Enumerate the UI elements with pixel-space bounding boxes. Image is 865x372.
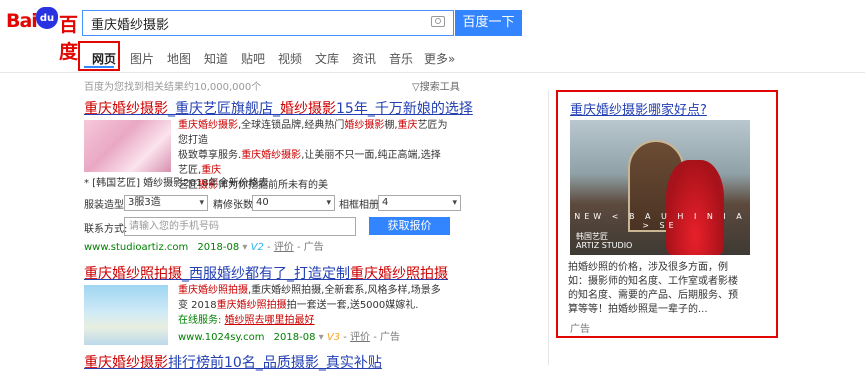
- desc-keyword: 重庆: [201, 165, 222, 176]
- sidebar-description: 拍婚纱照的价格，涉及很多方面，例如：摄影师的知名度、工作室或者影楼的知名度、需要…: [568, 262, 738, 315]
- logo-bai: Bai: [6, 10, 38, 32]
- service-label: 在线服务:: [178, 315, 222, 326]
- logo-du: 百度: [59, 14, 79, 63]
- field-2-label: 精修张数:: [213, 200, 257, 211]
- tab-news[interactable]: 资讯: [352, 50, 376, 67]
- search-tools-label: 搜索工具: [419, 82, 460, 93]
- sidebar-ad-label: 广告: [570, 324, 590, 335]
- result-1-meta: www.studioartiz.com 2018-08 ▾ V2 - 评价 - …: [84, 238, 324, 253]
- get-price-button[interactable]: 获取报价: [369, 217, 450, 235]
- result-url[interactable]: www.1024sy.com: [178, 332, 264, 343]
- tab-music[interactable]: 音乐: [389, 50, 413, 67]
- result-2-description: 重庆婚纱照拍摄,重庆婚纱照拍摄,全新套系,风格多样,场景多 变 2018重庆婚纱…: [178, 283, 453, 328]
- rate-link[interactable]: 评价: [350, 332, 370, 343]
- result-2-thumbnail[interactable]: [84, 285, 168, 345]
- result-date: 2018-08: [273, 332, 316, 343]
- ad-label: 广告: [303, 242, 324, 253]
- dash: -: [267, 242, 271, 253]
- tab-video[interactable]: 视频: [278, 50, 302, 67]
- image-brand: 韩国艺匠 ARTIZ STUDIO: [576, 232, 633, 250]
- field-3-label: 相框相册:: [339, 200, 383, 211]
- bride-graphic: [666, 160, 724, 255]
- desc-text: 变 2018: [178, 300, 217, 311]
- sidebar-divider: [548, 90, 549, 365]
- v-badge-icon[interactable]: V3: [327, 332, 340, 343]
- desc-text: ,全球连锁品牌,经典热门: [238, 120, 345, 131]
- title-keyword: 重庆婚纱摄影: [84, 101, 168, 117]
- v-badge-icon[interactable]: V2: [251, 242, 264, 253]
- phone-label: 联系方式:: [84, 224, 128, 235]
- title-keyword: 重庆婚纱照拍摄: [350, 266, 448, 282]
- title-text: _重庆艺匠旗舰店_: [168, 101, 280, 117]
- tab-maps[interactable]: 地图: [167, 50, 191, 67]
- result-1-title[interactable]: 重庆婚纱摄影_重庆艺匠旗舰店_婚纱摄影15年_千万新娘的选择: [84, 98, 473, 118]
- retouch-select[interactable]: 40: [252, 195, 335, 211]
- search-tools-button[interactable]: ▽搜索工具: [412, 78, 460, 93]
- tab-more[interactable]: 更多»: [424, 50, 455, 67]
- search-button[interactable]: 百度一下: [455, 10, 522, 36]
- desc-text: 极致尊享服务.: [178, 150, 242, 161]
- result-2-meta: www.1024sy.com 2018-08 ▾ V3 - 评价 - 广告: [178, 328, 400, 343]
- result-count: 百度为您找到相关结果约10,000,000个: [84, 82, 262, 93]
- tab-tieba[interactable]: 贴吧: [241, 50, 265, 67]
- rate-link[interactable]: 评价: [274, 242, 294, 253]
- desc-keyword: 重庆婚纱照拍摄: [216, 300, 287, 311]
- nav-divider: [0, 72, 865, 73]
- sidebar-title[interactable]: 重庆婚纱摄影哪家好点?: [570, 99, 707, 118]
- ad-label: 广告: [380, 332, 401, 343]
- tab-wenku[interactable]: 文库: [315, 50, 339, 67]
- active-tab-underline: [84, 66, 114, 68]
- phone-input[interactable]: 请输入您的手机号码: [124, 217, 356, 236]
- service-link[interactable]: 婚纱照去哪里拍最好: [225, 315, 315, 326]
- search-box: [82, 10, 454, 36]
- title-text: _西服婚纱都有了_打造定制: [182, 266, 350, 282]
- paw-icon: du: [36, 7, 58, 29]
- camera-icon[interactable]: [431, 16, 445, 27]
- tab-zhidao[interactable]: 知道: [204, 50, 228, 67]
- baidu-logo[interactable]: Bai du 百度: [6, 6, 78, 63]
- result-1-thumbnail[interactable]: [84, 120, 171, 172]
- image-caption: NEW < B A U H I N I A > SE: [574, 212, 746, 230]
- field-1-label: 服装造型:: [84, 200, 128, 211]
- desc-keyword: 重庆: [397, 120, 418, 131]
- nav-tabs: 网页 图片 地图 知道 贴吧 视频 文库 资讯 音乐 更多»: [80, 44, 865, 74]
- result-url[interactable]: www.studioartiz.com: [84, 242, 188, 253]
- desc-keyword: 重庆婚纱照拍摄: [178, 285, 248, 296]
- desc-text: 拍一套送一套,送5000媒嫁礼.: [286, 300, 419, 311]
- tab-images[interactable]: 图片: [130, 50, 154, 67]
- search-input[interactable]: [83, 11, 429, 35]
- funnel-icon: ▽: [412, 82, 420, 93]
- frame-album-select[interactable]: 4: [378, 195, 461, 211]
- dash: -: [297, 242, 301, 253]
- desc-keyword: 婚纱摄影: [344, 120, 385, 131]
- result-2-title[interactable]: 重庆婚纱照拍摄_西服婚纱都有了_打造定制重庆婚纱照拍摄: [84, 263, 448, 283]
- desc-keyword: 重庆婚纱摄影: [241, 150, 302, 161]
- desc-text: ,重庆婚纱照拍摄,全新套系,风格多样,场景多: [248, 285, 441, 296]
- result-date: 2018-08: [197, 242, 240, 253]
- chevron-down-icon[interactable]: ▾: [319, 332, 324, 343]
- sidebar-ad-image[interactable]: NEW < B A U H I N I A > SE 韩国艺匠 ARTIZ ST…: [570, 120, 750, 255]
- result-1-subline: * [韩国艺匠] 婚纱摄影2018年全新价格表: [84, 178, 269, 189]
- dash: -: [373, 332, 377, 343]
- desc-keyword: 重庆婚纱摄影: [178, 120, 238, 131]
- tab-web[interactable]: 网页: [92, 50, 116, 67]
- title-keyword: 婚纱摄影: [280, 101, 336, 117]
- title-keyword: 重庆婚纱摄影: [84, 355, 168, 371]
- desc-text: 棚,: [384, 120, 398, 131]
- title-keyword: 重庆婚纱照拍摄: [84, 266, 182, 282]
- title-text: 排行榜前10名_品质摄影_真实补贴: [168, 355, 382, 371]
- chevron-down-icon[interactable]: ▾: [242, 242, 247, 253]
- title-text: 15年_千万新娘的选择: [336, 101, 473, 117]
- result-3-title[interactable]: 重庆婚纱摄影排行榜前10名_品质摄影_真实补贴: [84, 352, 382, 372]
- dash: -: [343, 332, 347, 343]
- outfit-select[interactable]: 3服3造: [124, 195, 208, 211]
